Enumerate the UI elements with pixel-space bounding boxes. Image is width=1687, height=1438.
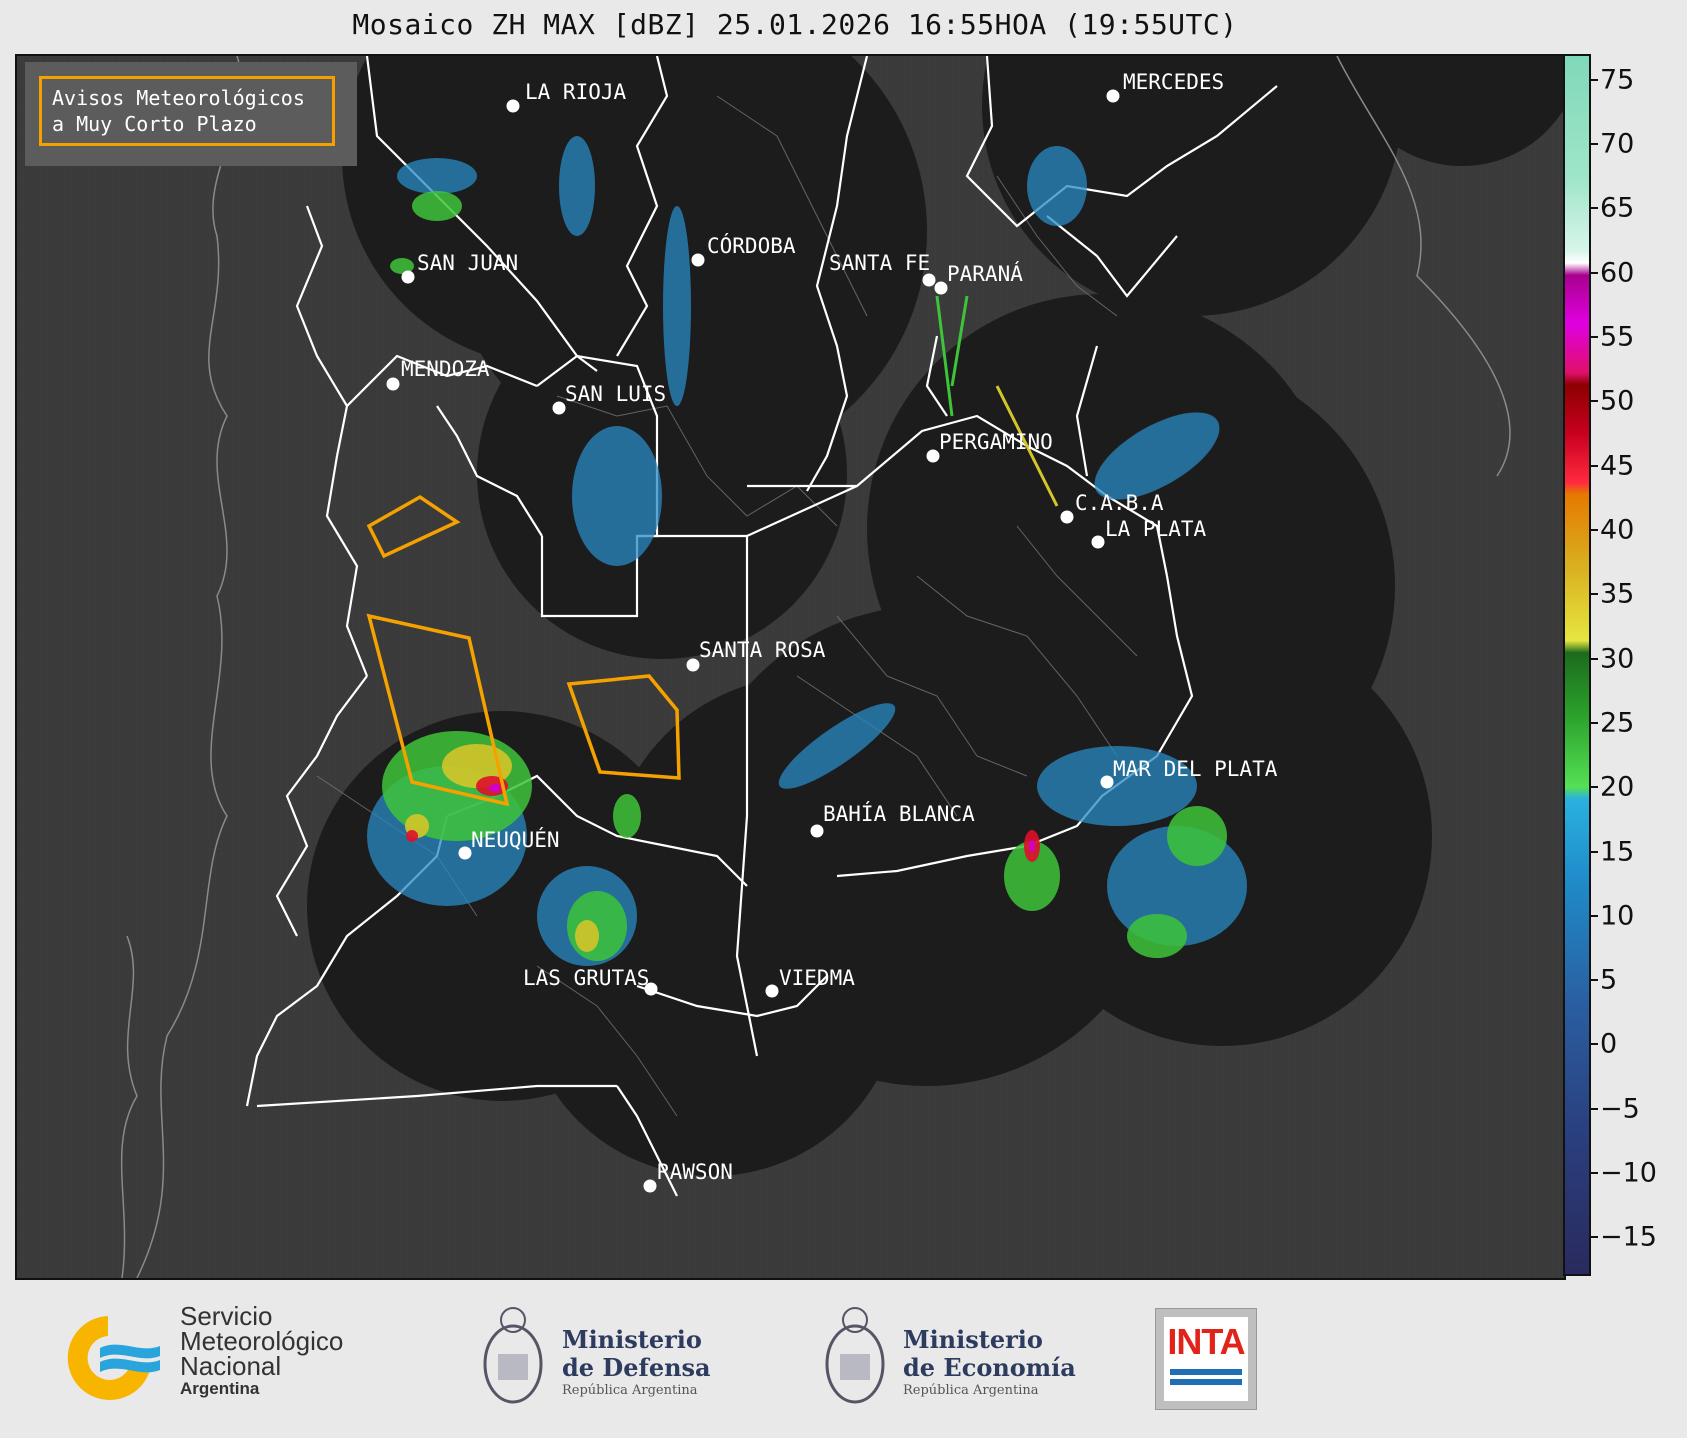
- colorbar-tick-mark: [1591, 400, 1598, 403]
- legend-line-1: Avisos Meteorológicos: [52, 86, 305, 110]
- city-label-la-rioja: LA RIOJA: [525, 80, 627, 104]
- colorbar-tick-mark: [1591, 850, 1598, 853]
- colorbar-tick-label: 60: [1600, 257, 1635, 289]
- city-dot-mercedes[interactable]: [1106, 89, 1120, 103]
- city-dot-san-luis[interactable]: [552, 401, 566, 415]
- colorbar-tick-mark: [1591, 271, 1598, 274]
- city-label-la-plata: LA PLATA: [1105, 517, 1207, 541]
- city-label-bahia-blanca: BAHÍA BLANCA: [823, 802, 975, 826]
- coat-of-arms-icon-2: [825, 1307, 885, 1404]
- colorbar-tick-label: 65: [1600, 192, 1635, 224]
- colorbar-tick-label: 25: [1600, 707, 1635, 739]
- colorbar-tick-mark: [1591, 1172, 1598, 1175]
- colorbar-tick-mark: [1591, 1236, 1598, 1239]
- city-dot-la-plata[interactable]: [1091, 535, 1105, 549]
- city-label-viedma: VIEDMA: [779, 966, 855, 990]
- legend-panel: Avisos Meteorológicos a Muy Corto Plazo: [25, 62, 357, 166]
- city-label-santa-fe: SANTA FE: [829, 251, 931, 275]
- colorbar-tick-mark: [1591, 1043, 1598, 1046]
- colorbar-tick-mark: [1591, 335, 1598, 338]
- city-dot-caba[interactable]: [1060, 510, 1074, 524]
- colorbar-tick-label: 35: [1600, 578, 1635, 610]
- city-label-mendoza: MENDOZA: [401, 357, 490, 381]
- city-dot-parana[interactable]: [934, 281, 948, 295]
- city-dot-bahia-blanca[interactable]: [810, 824, 824, 838]
- warning-legend: Avisos Meteorológicos a Muy Corto Plazo: [39, 76, 335, 146]
- colorbar-tick-mark: [1591, 143, 1598, 146]
- colorbar-tick-mark: [1591, 721, 1598, 724]
- colorbar-tick-mark: [1591, 464, 1598, 467]
- city-dot-cordoba[interactable]: [691, 253, 705, 267]
- city-dot-mar-del-plata[interactable]: [1100, 775, 1114, 789]
- economia-name: Ministerio de Economía República Argenti…: [903, 1325, 1076, 1399]
- map-title: Mosaico ZH MAX [dBZ] 25.01.2026 16:55HOA…: [352, 8, 1238, 41]
- legend-line-2: a Muy Corto Plazo: [52, 112, 257, 136]
- coat-of-arms-icon: [483, 1307, 543, 1404]
- city-label-santa-rosa: SANTA ROSA: [699, 638, 826, 662]
- city-label-parana: PARANÁ: [947, 262, 1023, 286]
- city-label-san-juan: SAN JUAN: [417, 251, 519, 275]
- inta-text: INTA: [1167, 1321, 1245, 1362]
- colorbar-tick-label: 70: [1600, 128, 1635, 160]
- city-dot-san-juan[interactable]: [401, 270, 415, 284]
- colorbar-tick-label: 15: [1600, 836, 1635, 868]
- city-dot-santa-fe[interactable]: [922, 273, 936, 287]
- colorbar-tick-mark: [1591, 979, 1598, 982]
- city-label-mar-del-plata: MAR DEL PLATA: [1113, 757, 1278, 781]
- inta-logo: INTA: [1155, 1308, 1257, 1410]
- city-dot-mendoza[interactable]: [386, 377, 400, 391]
- colorbar-tick-mark: [1591, 528, 1598, 531]
- city-dot-pergamino[interactable]: [926, 449, 940, 463]
- city-label-rawson: RAWSON: [657, 1160, 733, 1184]
- city-dot-la-rioja[interactable]: [506, 99, 520, 113]
- dbz-colorbar: [1563, 54, 1591, 1276]
- city-dot-santa-rosa[interactable]: [686, 658, 700, 672]
- colorbar-tick-label: 45: [1600, 450, 1635, 482]
- colorbar-tick-mark: [1591, 657, 1598, 660]
- smn-name: Servicio Meteorológico Nacional Argentin…: [180, 1301, 344, 1398]
- city-label-caba: C.A.B.A: [1075, 491, 1164, 515]
- colorbar-tick-label: 20: [1600, 771, 1635, 803]
- city-label-las-grutas: LAS GRUTAS: [523, 966, 650, 990]
- colorbar-tick-mark: [1591, 1107, 1598, 1110]
- city-label-cordoba: CÓRDOBA: [707, 234, 796, 258]
- city-label-neuquen: NEUQUÉN: [471, 828, 560, 852]
- colorbar-tick-label: 0: [1600, 1028, 1618, 1060]
- colorbar-tick-mark: [1591, 914, 1598, 917]
- city-label-san-luis: SAN LUIS: [565, 382, 667, 406]
- colorbar-tick-label: 75: [1600, 64, 1635, 96]
- city-dot-viedma[interactable]: [765, 984, 779, 998]
- colorbar-tick-label: 30: [1600, 643, 1635, 675]
- colorbar-tick-mark: [1591, 786, 1598, 789]
- smn-logo-icon: [67, 1316, 160, 1400]
- city-dot-rawson[interactable]: [643, 1179, 657, 1193]
- colorbar-tick-label: 50: [1600, 385, 1635, 417]
- city-dot-neuquen[interactable]: [458, 846, 472, 860]
- defensa-name: Ministerio de Defensa República Argentin…: [562, 1325, 711, 1399]
- colorbar-tick-label: −15: [1600, 1221, 1657, 1253]
- colorbar-tick-label: −10: [1600, 1157, 1657, 1189]
- colorbar-tick-mark: [1591, 207, 1598, 210]
- colorbar-tick-label: 40: [1600, 514, 1635, 546]
- colorbar-tick-label: 55: [1600, 321, 1635, 353]
- city-label-mercedes: MERCEDES: [1123, 70, 1225, 94]
- colorbar-tick-mark: [1591, 593, 1598, 596]
- colorbar-tick-label: 10: [1600, 900, 1635, 932]
- colorbar-tick-label: 5: [1600, 964, 1618, 996]
- colorbar-tick-mark: [1591, 78, 1598, 81]
- footer-logos: Servicio Meteorológico Nacional Argentin…: [0, 1278, 1687, 1438]
- colorbar-tick-label: −5: [1600, 1093, 1640, 1125]
- city-label-pergamino: PERGAMINO: [939, 430, 1053, 454]
- radar-map[interactable]: Avisos Meteorológicos a Muy Corto Plazo …: [15, 54, 1566, 1280]
